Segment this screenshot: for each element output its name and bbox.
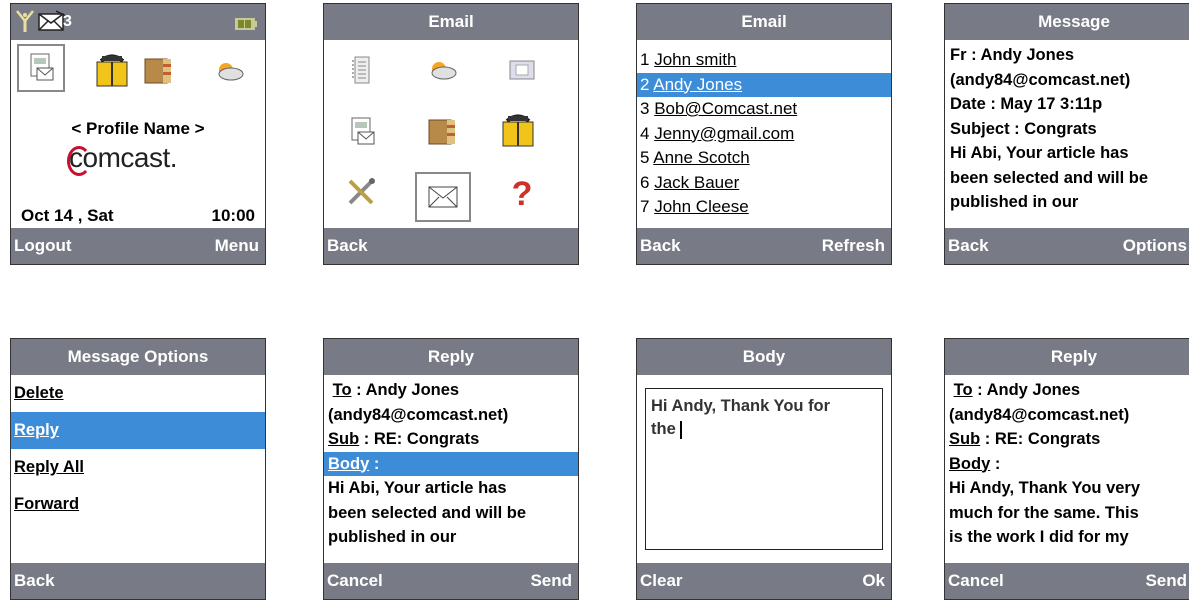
screen-title: Body xyxy=(637,339,891,375)
body-line: Hi Andy, Thank You very xyxy=(949,479,1141,497)
menu-softkey[interactable]: Menu xyxy=(215,236,259,256)
to-field[interactable]: To : Andy Jones xyxy=(328,378,578,403)
back-softkey[interactable]: Back xyxy=(327,236,368,256)
text-cursor xyxy=(680,420,683,439)
email-app-icon[interactable] xyxy=(344,114,380,150)
screen-title: Email xyxy=(324,4,578,40)
email-list-screen: Email 1 John smith 2 Andy Jones 3 Bob@Co… xyxy=(636,3,892,265)
settings-tools-icon[interactable] xyxy=(344,174,380,210)
message-count: 3 xyxy=(63,13,72,30)
body-field[interactable]: Body : xyxy=(949,452,1189,477)
forward-option[interactable]: Forward xyxy=(11,486,265,523)
softkey-bar: Back Refresh xyxy=(637,228,891,264)
status-bar: 3 xyxy=(11,4,265,40)
body-text-line: Hi Andy, Thank You for xyxy=(651,397,831,415)
logout-softkey[interactable]: Logout xyxy=(14,236,72,256)
phonebook-icon[interactable] xyxy=(95,52,129,93)
list-item[interactable]: 1 John smith xyxy=(640,48,891,73)
back-softkey[interactable]: Back xyxy=(948,236,989,256)
body-textarea[interactable]: Hi Andy, Thank You for the xyxy=(645,388,883,550)
body-editor-screen: Body Hi Andy, Thank You for the Clear Ok xyxy=(636,338,892,600)
reply-form: To : Andy Jones (andy84@comcast.net) Sub… xyxy=(324,375,578,563)
body-field-selected[interactable]: Body : xyxy=(324,451,578,476)
home-time: 10:00 xyxy=(211,206,255,225)
reply-screen: Reply To : Andy Jones (andy84@comcast.ne… xyxy=(323,338,579,600)
options-list: Delete Reply Reply All Forward xyxy=(11,375,265,563)
icon-grid: ? xyxy=(324,40,578,228)
reply-composed-screen: Reply To : Andy Jones (andy84@comcast.ne… xyxy=(944,338,1189,600)
from-email: (andy84@comcast.net) xyxy=(950,70,1131,89)
list-item[interactable]: 4 Jenny@gmail.com xyxy=(640,122,891,147)
cancel-softkey[interactable]: Cancel xyxy=(948,571,1004,591)
home-content: < Profile Name > comcast. Oct 14 , Sat 1… xyxy=(11,40,265,228)
email-app-icon[interactable] xyxy=(17,44,65,92)
screen-title: Message Options xyxy=(11,339,265,375)
body-line: been selected and will be xyxy=(950,168,1149,187)
notes-icon[interactable] xyxy=(344,52,380,88)
softkey-bar: Logout Menu xyxy=(11,228,265,264)
clear-softkey[interactable]: Clear xyxy=(640,571,683,591)
comcast-logo-c-accent xyxy=(67,146,91,176)
weather-icon[interactable] xyxy=(424,52,460,88)
signal-icon xyxy=(15,9,35,38)
subject-line: Subject : Congrats xyxy=(950,119,1097,138)
send-softkey[interactable]: Send xyxy=(1145,571,1187,591)
screen-title: Reply xyxy=(324,339,578,375)
list-item-selected[interactable]: 2 Andy Jones xyxy=(637,72,891,97)
body-line: Hi Abi, Your article has xyxy=(950,144,1129,162)
list-item[interactable]: 3 Bob@Comcast.net xyxy=(640,97,891,122)
message-body: Fr : Andy Jones (andy84@comcast.net) Dat… xyxy=(945,40,1189,228)
home-screen: 3 < Profile Name > comcast. Oct 14 , Sat… xyxy=(10,3,266,265)
list-item[interactable]: 5 Anne Scotch xyxy=(640,146,891,171)
softkey-bar: Back xyxy=(324,228,578,264)
cancel-softkey[interactable]: Cancel xyxy=(327,571,383,591)
ok-softkey[interactable]: Ok xyxy=(862,571,885,591)
screen-title: Reply xyxy=(945,339,1189,375)
address-book-icon[interactable] xyxy=(143,56,173,91)
weather-icon[interactable] xyxy=(213,60,245,87)
message-options-screen: Message Options Delete Reply Reply All F… xyxy=(10,338,266,600)
from-line: Fr : Andy Jones xyxy=(950,46,1075,64)
home-date: Oct 14 , Sat xyxy=(21,206,114,225)
body-line: much for the same. This xyxy=(949,503,1139,522)
subject-field[interactable]: Sub : RE: Congrats xyxy=(949,427,1189,452)
email-menu-screen: Email ? Back xyxy=(323,3,579,265)
screen-title: Email xyxy=(637,4,891,40)
profile-name: < Profile Name > xyxy=(71,119,205,138)
list-item[interactable]: 7 John Cleese xyxy=(640,195,891,220)
editor-area: Hi Andy, Thank You for the xyxy=(637,375,891,563)
body-line: published in our xyxy=(950,193,1079,211)
reply-all-option[interactable]: Reply All xyxy=(11,449,265,486)
body-text-line: the xyxy=(651,420,681,438)
body-line: published in our xyxy=(328,528,457,546)
address-book-icon[interactable] xyxy=(424,114,460,150)
softkey-bar: Back Options xyxy=(945,228,1189,264)
refresh-softkey[interactable]: Refresh xyxy=(822,236,885,256)
send-softkey[interactable]: Send xyxy=(530,571,572,591)
battery-icon xyxy=(235,17,257,35)
selected-email-icon[interactable] xyxy=(415,172,471,222)
body-line: been selected and will be xyxy=(328,503,527,522)
media-icon[interactable] xyxy=(504,52,540,88)
body-line: Hi Abi, Your article has xyxy=(328,479,507,497)
subject-field[interactable]: Sub : RE: Congrats xyxy=(328,427,578,452)
email-list: 1 John smith 2 Andy Jones 3 Bob@Comcast.… xyxy=(637,40,891,228)
back-softkey[interactable]: Back xyxy=(640,236,681,256)
message-screen: Message Fr : Andy Jones (andy84@comcast.… xyxy=(944,3,1189,265)
date-line: Date : May 17 3:11p xyxy=(950,95,1103,113)
phonebook-icon[interactable] xyxy=(500,112,536,148)
help-icon[interactable]: ? xyxy=(504,175,540,213)
options-softkey[interactable]: Options xyxy=(1123,236,1187,256)
to-email: (andy84@comcast.net) xyxy=(949,405,1130,424)
body-line: is the work I did for my xyxy=(949,528,1129,546)
reply-form: To : Andy Jones (andy84@comcast.net) Sub… xyxy=(945,375,1189,563)
reply-option[interactable]: Reply xyxy=(11,412,265,449)
to-field[interactable]: To : Andy Jones xyxy=(949,378,1189,403)
screen-title: Message xyxy=(945,4,1189,40)
delete-option[interactable]: Delete xyxy=(11,375,265,412)
list-item[interactable]: 6 Jack Bauer xyxy=(640,171,891,196)
back-softkey[interactable]: Back xyxy=(14,571,55,591)
to-email: (andy84@comcast.net) xyxy=(328,405,509,424)
